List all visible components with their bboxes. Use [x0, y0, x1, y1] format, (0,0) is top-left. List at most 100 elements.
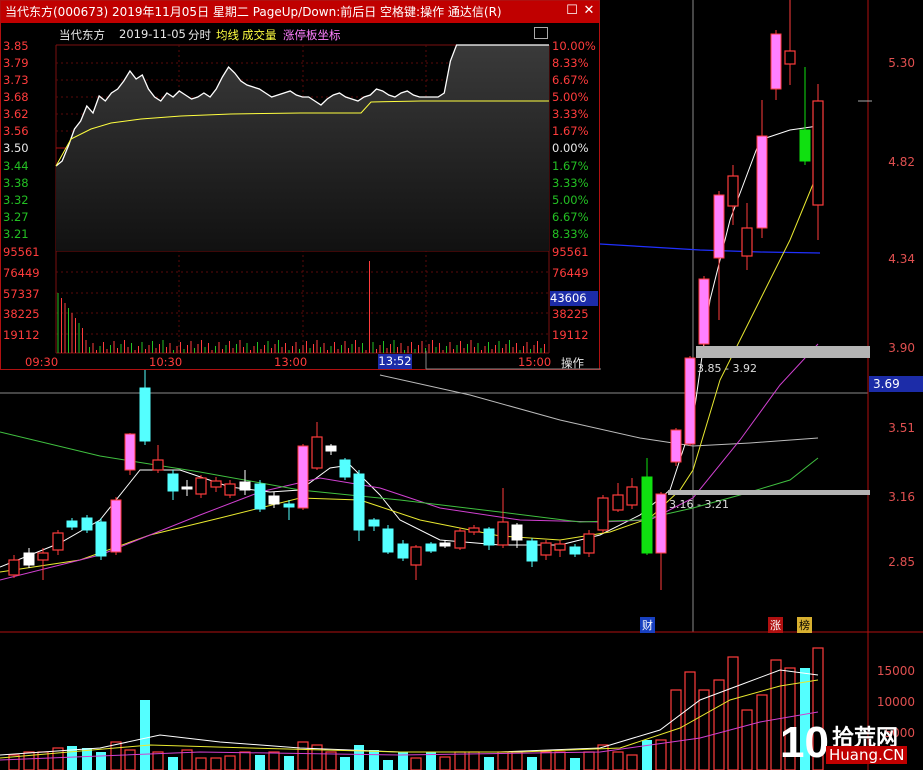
volume-bar: [527, 757, 537, 770]
vol-label: 19112: [3, 328, 40, 342]
pct-label: 1.67%: [552, 124, 589, 138]
candle[interactable]: [511, 523, 523, 548]
candle[interactable]: [670, 428, 682, 466]
candle[interactable]: [81, 515, 93, 533]
candle[interactable]: [124, 433, 136, 475]
volume-bar: [626, 754, 638, 770]
candle[interactable]: [195, 475, 207, 498]
intraday-chart[interactable]: [1, 1, 601, 371]
volume-bar: [756, 694, 768, 770]
vol-label: 76449: [3, 266, 40, 280]
candle[interactable]: [37, 548, 49, 580]
volume-bar: [124, 749, 136, 770]
candle[interactable]: [23, 548, 35, 568]
pct-label: 5.00%: [552, 193, 589, 207]
volume-bar: [698, 689, 710, 770]
volume-bar: [713, 679, 725, 770]
vol-label: 57337: [3, 287, 40, 301]
volume-bar: [82, 748, 92, 770]
price-axis-label: 4.82: [888, 155, 915, 169]
candle[interactable]: [283, 500, 295, 520]
pct-label: 8.33%: [552, 227, 589, 241]
price-label: 3.21: [3, 227, 29, 241]
candle[interactable]: [812, 84, 824, 240]
candle[interactable]: [540, 540, 552, 560]
volume-bar: [612, 751, 624, 770]
candle[interactable]: [799, 67, 811, 165]
candle[interactable]: [554, 540, 566, 557]
candle[interactable]: [239, 470, 251, 495]
price-label: 3.27: [3, 210, 29, 224]
volume-bar: [195, 757, 207, 770]
candle[interactable]: [698, 276, 710, 347]
candle[interactable]: [684, 356, 696, 446]
price-axis-label: 3.90: [888, 341, 915, 355]
limit-up-marker[interactable]: 涨: [768, 617, 783, 633]
volume-bar: [297, 741, 309, 770]
candle[interactable]: [368, 518, 380, 531]
candle[interactable]: [526, 538, 538, 567]
candle[interactable]: [483, 527, 495, 550]
candle[interactable]: [569, 544, 581, 557]
volume-bar: [468, 751, 480, 770]
candle[interactable]: [626, 478, 638, 509]
range-label-lower: 3.16 - 3.21: [669, 498, 729, 511]
ranking-marker[interactable]: 榜: [797, 617, 812, 633]
price-axis-label: 3.16: [888, 490, 915, 504]
candle[interactable]: [139, 370, 151, 445]
cursor-price-tag: 3.69: [869, 376, 923, 392]
candle[interactable]: [741, 203, 753, 270]
candle[interactable]: [756, 100, 768, 238]
candle[interactable]: [297, 444, 309, 510]
volume-bar: [340, 757, 350, 770]
candle[interactable]: [612, 483, 624, 512]
candle[interactable]: [66, 518, 78, 530]
candle[interactable]: [339, 458, 351, 480]
range-label-upper: 3.85 - 3.92: [697, 362, 757, 375]
cursor-volume-tag: 43606: [550, 291, 598, 306]
candle[interactable]: [95, 518, 107, 560]
candle[interactable]: [210, 477, 222, 492]
candle[interactable]: [597, 495, 609, 533]
volume-bar: [152, 751, 164, 770]
vol-label: 95561: [3, 245, 40, 259]
finance-marker[interactable]: 财: [640, 617, 655, 633]
volume-bar: [439, 756, 451, 770]
candle[interactable]: [311, 422, 323, 470]
candle[interactable]: [784, 0, 796, 85]
candle[interactable]: [397, 540, 409, 561]
vol-label-right: 76449: [552, 266, 589, 280]
candle[interactable]: [425, 542, 437, 553]
cursor-time-tag: 13:52: [378, 354, 412, 369]
candle[interactable]: [727, 165, 739, 225]
volume-bar: [369, 750, 379, 770]
candle[interactable]: [410, 545, 422, 580]
candle[interactable]: [353, 470, 365, 541]
candle[interactable]: [770, 30, 782, 100]
candle[interactable]: [468, 525, 480, 535]
candle[interactable]: [254, 480, 266, 512]
candle[interactable]: [181, 480, 193, 496]
candle[interactable]: [382, 525, 394, 554]
volume-bar: [268, 751, 280, 770]
candle[interactable]: [110, 497, 122, 555]
volume-bar: [410, 757, 422, 770]
volume-bar: [655, 739, 667, 770]
operate-button[interactable]: 操作: [561, 355, 584, 371]
candle[interactable]: [454, 528, 466, 550]
candle[interactable]: [583, 530, 595, 557]
candle[interactable]: [8, 555, 20, 578]
candle[interactable]: [52, 530, 64, 555]
watermark-logo: 10 拾荒网 Huang.CN: [780, 718, 920, 768]
candle[interactable]: [167, 470, 179, 500]
volume-bar: [140, 700, 150, 770]
candle[interactable]: [641, 458, 653, 555]
candle[interactable]: [325, 444, 337, 455]
candle[interactable]: [655, 492, 667, 590]
candle[interactable]: [713, 191, 725, 320]
pct-label: 6.67%: [552, 210, 589, 224]
candle[interactable]: [152, 445, 164, 473]
volume-bar: [168, 757, 178, 770]
intraday-popup-window[interactable]: 当代东方(000673) 2019年11月05日 星期二 PageUp/Down…: [0, 0, 601, 371]
candle[interactable]: [224, 480, 236, 498]
